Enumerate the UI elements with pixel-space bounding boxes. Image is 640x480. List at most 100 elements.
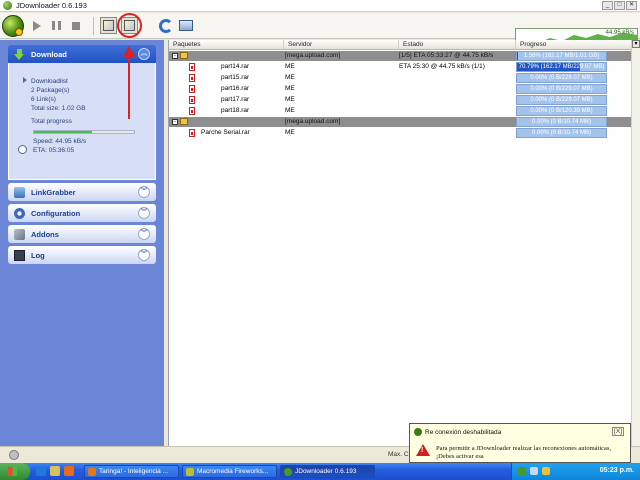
warning-icon — [416, 444, 430, 456]
refresh-icon — [158, 18, 173, 33]
server-cell: ME — [285, 85, 295, 92]
max-connections-label: Max. C — [388, 451, 409, 458]
downloadlist-item[interactable]: Downloadlist — [23, 77, 149, 86]
column-header-status[interactable]: Estado — [399, 40, 516, 50]
system-tray: 05:23 p.m. — [511, 463, 640, 480]
progress-text: 1.56% (162.17 MB/1.01 GB) — [523, 53, 600, 59]
notification-body: Para permitir a JDownloader realizar las… — [436, 445, 612, 460]
file-row[interactable]: part15.rar ME 0.00% (0 B/229.07 MB) — [169, 73, 632, 83]
file-name: part15.rar — [221, 74, 250, 81]
clipboard-observer-button[interactable] — [100, 17, 117, 34]
progress-bar: 0.00% (0 B/10.74 MB) — [516, 128, 607, 138]
reconnect-now-button[interactable] — [177, 17, 194, 34]
network-tray-icon[interactable] — [530, 467, 538, 475]
download-table: Paquetes Servidor Estado Progreso − [mega… — [168, 40, 640, 446]
column-header-packages[interactable]: Paquetes — [169, 40, 284, 50]
notification-title: Re conexión deshabilitada — [425, 429, 502, 436]
package-row[interactable]: − [mega.upload.com] 0.00% (0 B/10.74 MB) — [169, 117, 632, 127]
vertical-scrollbar[interactable]: ▾ — [631, 40, 640, 446]
server-cell: [mega.upload.com] — [285, 52, 341, 59]
file-row[interactable]: Parche Serial.rar ME 0.00% (0 B/10.74 MB) — [169, 128, 632, 138]
package-row[interactable]: − [mega.upload.com] [1/5] ETA 05:33:27 @ 4… — [169, 51, 632, 61]
taskbar-item-label: Taringa! - Inteligencia ... — [99, 468, 169, 475]
maximize-button[interactable]: □ — [614, 1, 625, 10]
sidebar-panel-label: Addons — [31, 229, 59, 239]
jdownloader-menu-icon[interactable] — [2, 15, 24, 37]
quicklaunch-desktop-icon[interactable] — [50, 466, 60, 476]
jdownloader-logo-icon — [284, 468, 292, 476]
table-header: Paquetes Servidor Estado Progreso — [169, 40, 640, 50]
total-size: Total size: 1.02 GB — [31, 105, 86, 112]
log-icon — [14, 249, 25, 261]
link-count: 6 Link(s) — [31, 96, 56, 103]
rar-file-icon — [189, 96, 195, 104]
title-bar: JDownloader 0.6.193 _ □ ✕ — [0, 0, 640, 12]
package-count: 2 Package(s) — [31, 87, 70, 94]
progress-text: 0.00% (0 B/10.74 MB) — [531, 119, 592, 125]
file-name: part18.rar — [221, 107, 250, 114]
taskbar-item[interactable]: Macromedia Fireworks... — [182, 465, 277, 478]
quicklaunch-ie-icon[interactable] — [36, 466, 46, 476]
chevron-down-icon[interactable]: ︾ — [138, 207, 150, 219]
sidebar-panel-configuration[interactable]: Configuration ︾ — [8, 204, 156, 222]
stop-icon — [71, 21, 80, 30]
sidebar-panel-label: Download — [31, 49, 67, 59]
chevron-down-icon[interactable]: ︾ — [138, 228, 150, 240]
collapse-icon[interactable]: − — [172, 53, 178, 59]
package-icon — [180, 52, 188, 59]
progress-text: 0.00% (0 B/229.07 MB) — [530, 75, 593, 81]
chevron-down-icon[interactable]: ︾ — [138, 249, 150, 261]
annotation-circle — [117, 13, 142, 38]
stop-download-button[interactable] — [67, 17, 84, 34]
rar-file-icon — [189, 85, 195, 93]
status-cell: [1/5] ETA 05:33:27 @ 44.75 kB/s — [399, 52, 494, 59]
column-header-progress[interactable]: Progreso — [516, 40, 632, 50]
play-icon — [32, 20, 41, 31]
close-button[interactable]: ✕ — [626, 1, 637, 10]
pause-icon — [52, 21, 61, 30]
file-row[interactable]: part18.rar ME 0.00% (0 B/120.39 MB) — [169, 106, 632, 116]
server-cell: ME — [285, 74, 295, 81]
progress-bar: 0.00% (0 B/229.07 MB) — [516, 73, 607, 83]
speed-graph-value: 44.95 kB/s — [605, 30, 634, 36]
total-progress-label: Total progress — [31, 118, 72, 125]
file-row[interactable]: part14.rar ME ETA 25:30 @ 44.75 kB/s (1/1)… — [169, 62, 632, 72]
configuration-icon — [14, 207, 25, 219]
quicklaunch-firefox-icon[interactable] — [64, 466, 74, 476]
start-button[interactable] — [0, 463, 30, 480]
status-icon[interactable] — [9, 450, 19, 460]
collapse-icon[interactable]: − — [172, 119, 178, 125]
taskbar-item[interactable]: Taringa! - Inteligencia ... — [84, 465, 179, 478]
sidebar-panel-linkgrabber[interactable]: LinkGrabber ︾ — [8, 183, 156, 201]
chevron-down-icon[interactable]: ︾ — [138, 186, 150, 198]
file-name: part17.rar — [221, 96, 250, 103]
update-button[interactable] — [157, 17, 174, 34]
clock: 05:23 p.m. — [599, 467, 634, 474]
firefox-icon — [88, 468, 96, 476]
file-row[interactable]: part16.rar ME 0.00% (0 B/229.07 MB) — [169, 84, 632, 94]
minimize-button[interactable]: _ — [602, 1, 613, 10]
notification-close-button[interactable]: [X] — [612, 427, 624, 436]
progress-text: 0.00% (0 B/229.07 MB) — [530, 97, 593, 103]
chevron-up-icon[interactable]: ︽ — [138, 48, 150, 60]
status-cell: ETA 25:30 @ 44.75 kB/s (1/1) — [399, 63, 485, 70]
gauge-icon — [18, 145, 27, 154]
download-icon — [14, 48, 25, 60]
column-header-server[interactable]: Servidor — [284, 40, 399, 50]
start-download-button[interactable] — [28, 17, 45, 34]
server-cell: ME — [285, 129, 295, 136]
toolbar-divider — [93, 17, 94, 35]
progress-text: 70.79% (162.17 MB/229.07 MB) — [518, 64, 605, 70]
volume-tray-icon[interactable] — [542, 467, 550, 475]
window-title: JDownloader 0.6.193 — [16, 1, 87, 10]
jdownloader-logo-icon — [414, 428, 422, 436]
file-row[interactable]: part17.rar ME 0.00% (0 B/229.07 MB) — [169, 95, 632, 105]
column-chooser-icon[interactable]: ▾ — [632, 40, 640, 48]
pause-download-button[interactable] — [48, 17, 65, 34]
taskbar-item[interactable]: JDownloader 0.6.193 — [280, 465, 375, 478]
sidebar-panel-addons[interactable]: Addons ︾ — [8, 225, 156, 243]
jdownloader-tray-icon[interactable] — [518, 467, 526, 475]
download-eta: ETA: 05:36:05 — [33, 147, 75, 154]
notification-balloon[interactable]: Re conexión deshabilitada [X] Para permi… — [409, 423, 631, 463]
sidebar-panel-log[interactable]: Log ︾ — [8, 246, 156, 264]
